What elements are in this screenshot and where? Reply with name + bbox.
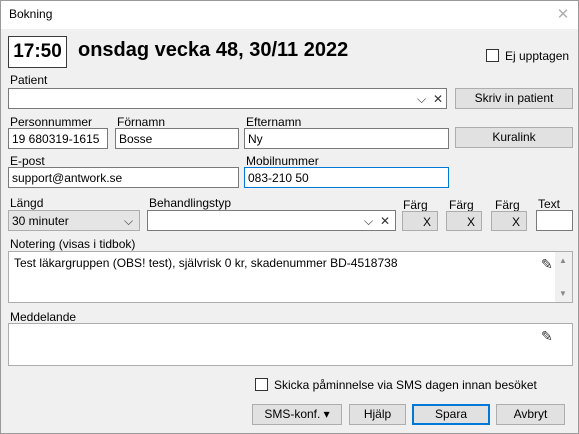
- clear-icon[interactable]: ✕: [380, 214, 390, 228]
- chevron-down-icon[interactable]: ⌵: [364, 214, 373, 228]
- color-label-2: Färg: [449, 198, 474, 212]
- title-bar: Bokning ✕: [1, 1, 578, 29]
- treatment-label: Behandlingstyp: [149, 196, 232, 210]
- kuralink-button[interactable]: Kuralink: [455, 127, 573, 148]
- length-select[interactable]: 30 minuter ⌵: [8, 210, 140, 231]
- color-label-1: Färg: [403, 198, 428, 212]
- sms-reminder-checkbox[interactable]: [255, 378, 268, 391]
- color-clear-3[interactable]: X: [512, 215, 520, 229]
- last-name-field[interactable]: Ny: [244, 128, 449, 149]
- first-name-field[interactable]: Bosse: [115, 128, 239, 149]
- sms-reminder-label: Skicka påminnelse via SMS dagen innan be…: [274, 378, 537, 392]
- chevron-down-icon[interactable]: ⌵: [417, 92, 426, 106]
- color-picker-3[interactable]: X: [491, 211, 527, 231]
- message-label: Meddelande: [10, 310, 77, 324]
- pencil-icon[interactable]: ✎: [541, 257, 553, 271]
- color-clear-2[interactable]: X: [467, 215, 475, 229]
- close-icon[interactable]: ✕: [556, 7, 570, 23]
- email-field[interactable]: support@antwork.se: [8, 167, 239, 188]
- email-label: E-post: [10, 154, 45, 168]
- notes-label: Notering (visas i tidbok): [10, 237, 136, 251]
- color-label-3: Färg: [495, 198, 520, 212]
- cancel-button[interactable]: Avbryt: [496, 404, 565, 425]
- pnr-label: Personnummer: [10, 115, 93, 129]
- mobile-field[interactable]: 083-210 50: [244, 167, 449, 188]
- treatment-combobox[interactable]: ⌵ ✕: [147, 210, 396, 231]
- notes-scrollbar[interactable]: ▲ ▼: [555, 252, 572, 302]
- busy-label: Ej upptagen: [505, 49, 570, 63]
- busy-checkbox[interactable]: [486, 49, 499, 62]
- text-field[interactable]: [536, 210, 573, 231]
- pnr-field[interactable]: 19 680319-1615: [8, 128, 108, 149]
- scroll-up-icon[interactable]: ▲: [559, 256, 567, 265]
- patient-combobox[interactable]: ⌵ ✕: [8, 88, 447, 109]
- color-picker-2[interactable]: X: [446, 211, 482, 231]
- save-button[interactable]: Spara: [412, 404, 490, 425]
- color-clear-1[interactable]: X: [423, 215, 431, 229]
- clear-icon[interactable]: ✕: [433, 92, 443, 106]
- color-picker-1[interactable]: X: [402, 211, 438, 231]
- first-name-label: Förnamn: [117, 115, 166, 129]
- notes-text: Test läkargruppen (OBS! test), självrisk…: [14, 256, 398, 270]
- booking-dialog: Bokning ✕ 17:50 onsdag vecka 48, 30/11 2…: [0, 0, 579, 434]
- message-textarea[interactable]: ✎: [8, 323, 573, 366]
- scroll-down-icon[interactable]: ▼: [559, 289, 567, 298]
- length-label: Längd: [10, 196, 44, 210]
- text-label: Text: [538, 197, 561, 211]
- sms-conf-button[interactable]: SMS-konf. ▾: [252, 404, 342, 425]
- date-title: onsdag vecka 48, 30/11 2022: [78, 39, 349, 61]
- register-patient-button[interactable]: Skriv in patient: [455, 88, 573, 109]
- window-title: Bokning: [9, 7, 53, 21]
- length-value: 30 minuter: [12, 214, 69, 228]
- time-display: 17:50: [8, 36, 67, 68]
- help-button[interactable]: Hjälp: [349, 404, 406, 425]
- chevron-down-icon[interactable]: ⌵: [124, 214, 133, 228]
- notes-textarea[interactable]: Test läkargruppen (OBS! test), självrisk…: [8, 251, 573, 303]
- mobile-label: Mobilnummer: [246, 154, 319, 168]
- last-name-label: Efternamn: [246, 115, 302, 129]
- patient-label: Patient: [10, 73, 48, 87]
- pencil-icon[interactable]: ✎: [541, 329, 553, 343]
